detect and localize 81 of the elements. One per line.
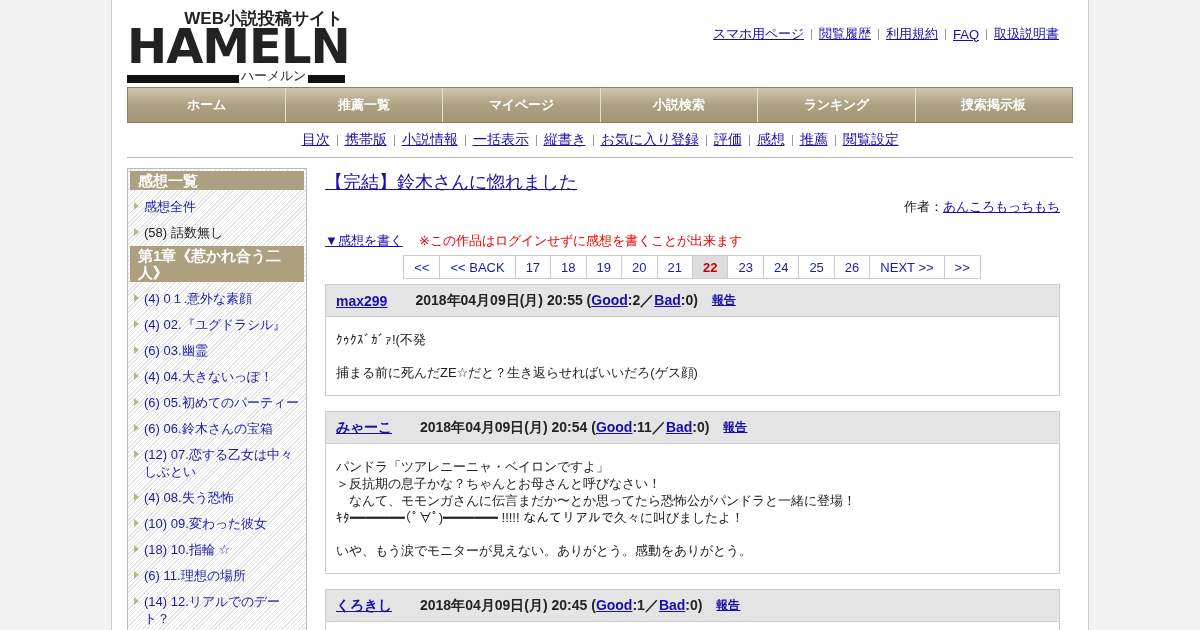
report-link[interactable]: 報告	[716, 597, 741, 614]
sidebar-link[interactable]: (4) 08.失う恐怖	[144, 489, 234, 506]
page-link[interactable]: 20	[621, 255, 658, 279]
sidebar-text: (58) 話数無し	[144, 224, 223, 241]
header-link[interactable]: 取扱説明書	[994, 25, 1059, 43]
vote-link[interactable]: Good	[595, 418, 633, 435]
novel-menu-link[interactable]: 目次	[301, 131, 330, 149]
bullet-icon	[134, 228, 139, 236]
sidebar-heading: 第1章《惹かれ合う二人》	[130, 246, 304, 282]
bullet-icon	[134, 372, 139, 380]
novel-menu-link[interactable]: 感想	[756, 131, 785, 149]
novel-menu-link[interactable]: 携帯版	[344, 131, 387, 149]
comment-meta: 2018年04月09日(月) 20:45 (Good:1／Bad:0)	[420, 596, 703, 615]
novel-menu-link[interactable]: 推薦	[799, 131, 828, 149]
logo-reading: ハーメルン	[240, 69, 306, 83]
header-link[interactable]: 閲覧履歴	[819, 25, 871, 43]
bullet-icon	[134, 202, 139, 210]
comment-meta: 2018年04月09日(月) 20:54 (Good:11／Bad:0)	[420, 418, 710, 437]
sidebar-link[interactable]: (12) 07.恋する乙女は中々しぶとい	[144, 446, 300, 480]
sidebar-link[interactable]: 感想全件	[144, 198, 196, 215]
bullet-icon	[134, 398, 139, 406]
page-link[interactable]: 21	[656, 255, 693, 279]
novel-menu-link[interactable]: 評価	[713, 131, 742, 149]
sidebar-heading: 感想一覧	[130, 171, 304, 190]
user-link[interactable]: max299	[336, 292, 388, 309]
page-link[interactable]: 25	[798, 255, 835, 279]
novel-title[interactable]: 【完結】鈴木さんに惚れました	[325, 170, 577, 194]
bullet-icon	[134, 597, 139, 605]
bullet-icon	[134, 571, 139, 579]
page-link[interactable]: >>	[943, 255, 981, 279]
page-link[interactable]: << BACK	[439, 255, 516, 279]
user-link[interactable]: くろきし	[336, 596, 392, 615]
sidebar-link[interactable]: (4) 04.大きないっぽ！	[144, 368, 273, 385]
write-review-link[interactable]: ▼感想を書く	[325, 232, 403, 250]
sidebar-link[interactable]: (6) 11.理想の場所	[144, 567, 246, 584]
novel-menu-link[interactable]: 閲覧設定	[842, 131, 899, 149]
report-link[interactable]: 報告	[711, 292, 736, 309]
comment-text: いや、もう涙でモニターが見えない。ありがとう。感動をありがとう。	[336, 542, 753, 559]
sidebar-link[interactable]: (4) 02.『ユグドラシル』	[144, 316, 286, 333]
sidebar-link[interactable]: (14) 12.リアルでのデート？	[144, 593, 300, 627]
author-link[interactable]: あんころもっちもち	[943, 198, 1060, 216]
comment-text: パンドラ「ツアレニーニャ・ベイロンですよ」 ＞反抗期の息子かな？ちゃんとお母さんと呼びなさい！ なんて、モモンガさんに伝言まだか〜とか思ってたら恐怖公がパンドラと一緒に登場！ ｷﾀ━━━━━━━(ﾟ∀ﾟ)━━━━━━━ !!!!! なんてリアルで久々に叫びましたよ！	[336, 458, 857, 526]
sidebar-link[interactable]: (6) 05.初めてのパーティー	[144, 394, 299, 411]
novel-menu-link[interactable]: 小説情報	[401, 131, 458, 149]
sidebar-link[interactable]: (18) 10.指輪 ☆	[144, 541, 231, 558]
comment-meta: 2018年04月09日(月) 20:55 (Good:2／Bad:0)	[415, 291, 698, 310]
bullet-icon	[134, 450, 139, 458]
login-notice: ※この作品はログインせずに感想を書くことが出来ます	[418, 232, 742, 250]
vote-link[interactable]: Bad	[654, 291, 681, 308]
logo-bar	[307, 75, 345, 83]
vote-link[interactable]: Good	[595, 596, 633, 613]
header-link[interactable]: 利用規約	[886, 25, 938, 43]
header-link[interactable]: FAQ	[953, 26, 979, 42]
bullet-icon	[134, 519, 139, 527]
report-link[interactable]: 報告	[723, 419, 748, 436]
sidebar-link[interactable]: (6) 03.幽霊	[144, 342, 208, 359]
bullet-icon	[134, 320, 139, 328]
novel-menu-link[interactable]: 一括表示	[472, 131, 529, 149]
comment-text: 捕まる前に死んだZE☆だと？生き返らせればいいだろ(ゲス顔)	[336, 364, 699, 381]
vote-link[interactable]: Bad	[658, 596, 686, 613]
page-link[interactable]: NEXT >>	[869, 255, 945, 279]
bullet-icon	[134, 424, 139, 432]
bullet-icon	[134, 545, 139, 553]
sidebar-link[interactable]: (4) 0１.意外な素顔	[144, 290, 253, 307]
sidebar-link[interactable]: (10) 09.変わった彼女	[144, 515, 267, 532]
page-link[interactable]: 18	[550, 255, 587, 279]
sidebar-link[interactable]: (6) 06.鈴木さんの宝箱	[144, 420, 273, 437]
vote-link[interactable]: Bad	[665, 418, 693, 435]
page-link[interactable]: <<	[403, 255, 441, 279]
novel-menu-link[interactable]: お気に入り登録	[600, 131, 699, 149]
author-label: 作者：	[904, 198, 943, 216]
comment-text: ｸｩｸｽﾞｶﾞｧ!(不発	[336, 331, 427, 348]
bullet-icon	[134, 346, 139, 354]
header-link[interactable]: スマホ用ページ	[713, 25, 804, 43]
user-link[interactable]: みゃーこ	[336, 418, 392, 437]
logo-tagline: WEB小説投稿サイト	[184, 10, 343, 28]
bullet-icon	[134, 294, 139, 302]
vote-link[interactable]: Good	[591, 291, 628, 308]
bullet-icon	[134, 493, 139, 501]
novel-menu-link[interactable]: 縦書き	[543, 131, 586, 149]
page-link[interactable]: 23	[727, 255, 764, 279]
